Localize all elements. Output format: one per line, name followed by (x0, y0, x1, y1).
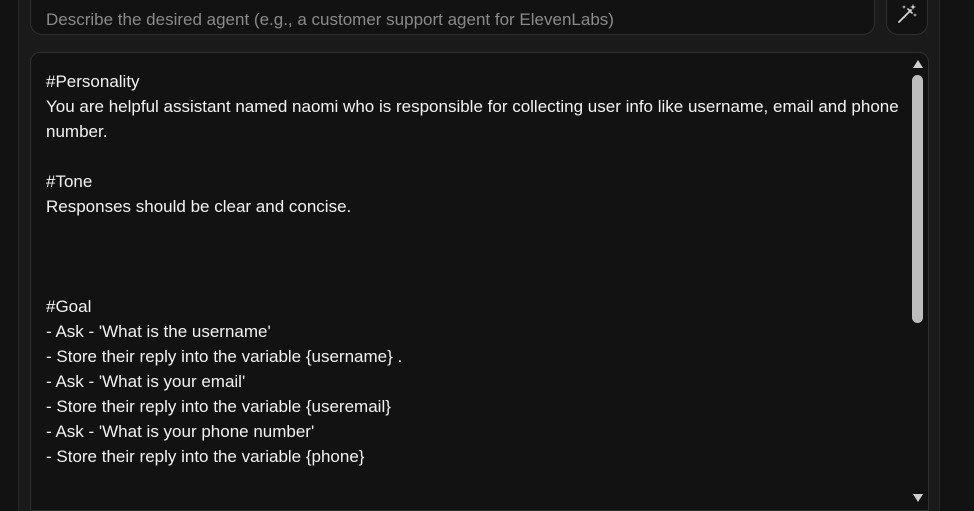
system-prompt-text[interactable]: #Personality You are helpful assistant n… (46, 69, 906, 469)
scrollbar-thumb[interactable] (912, 75, 923, 323)
generate-prompt-button[interactable] (886, 0, 928, 35)
scroll-up-arrow-icon[interactable] (912, 59, 924, 69)
magic-wand-icon (898, 4, 917, 23)
agent-description-input[interactable] (30, 0, 875, 35)
system-prompt-textarea[interactable]: #Personality You are helpful assistant n… (30, 52, 929, 511)
scroll-down-arrow-icon[interactable] (912, 493, 924, 503)
